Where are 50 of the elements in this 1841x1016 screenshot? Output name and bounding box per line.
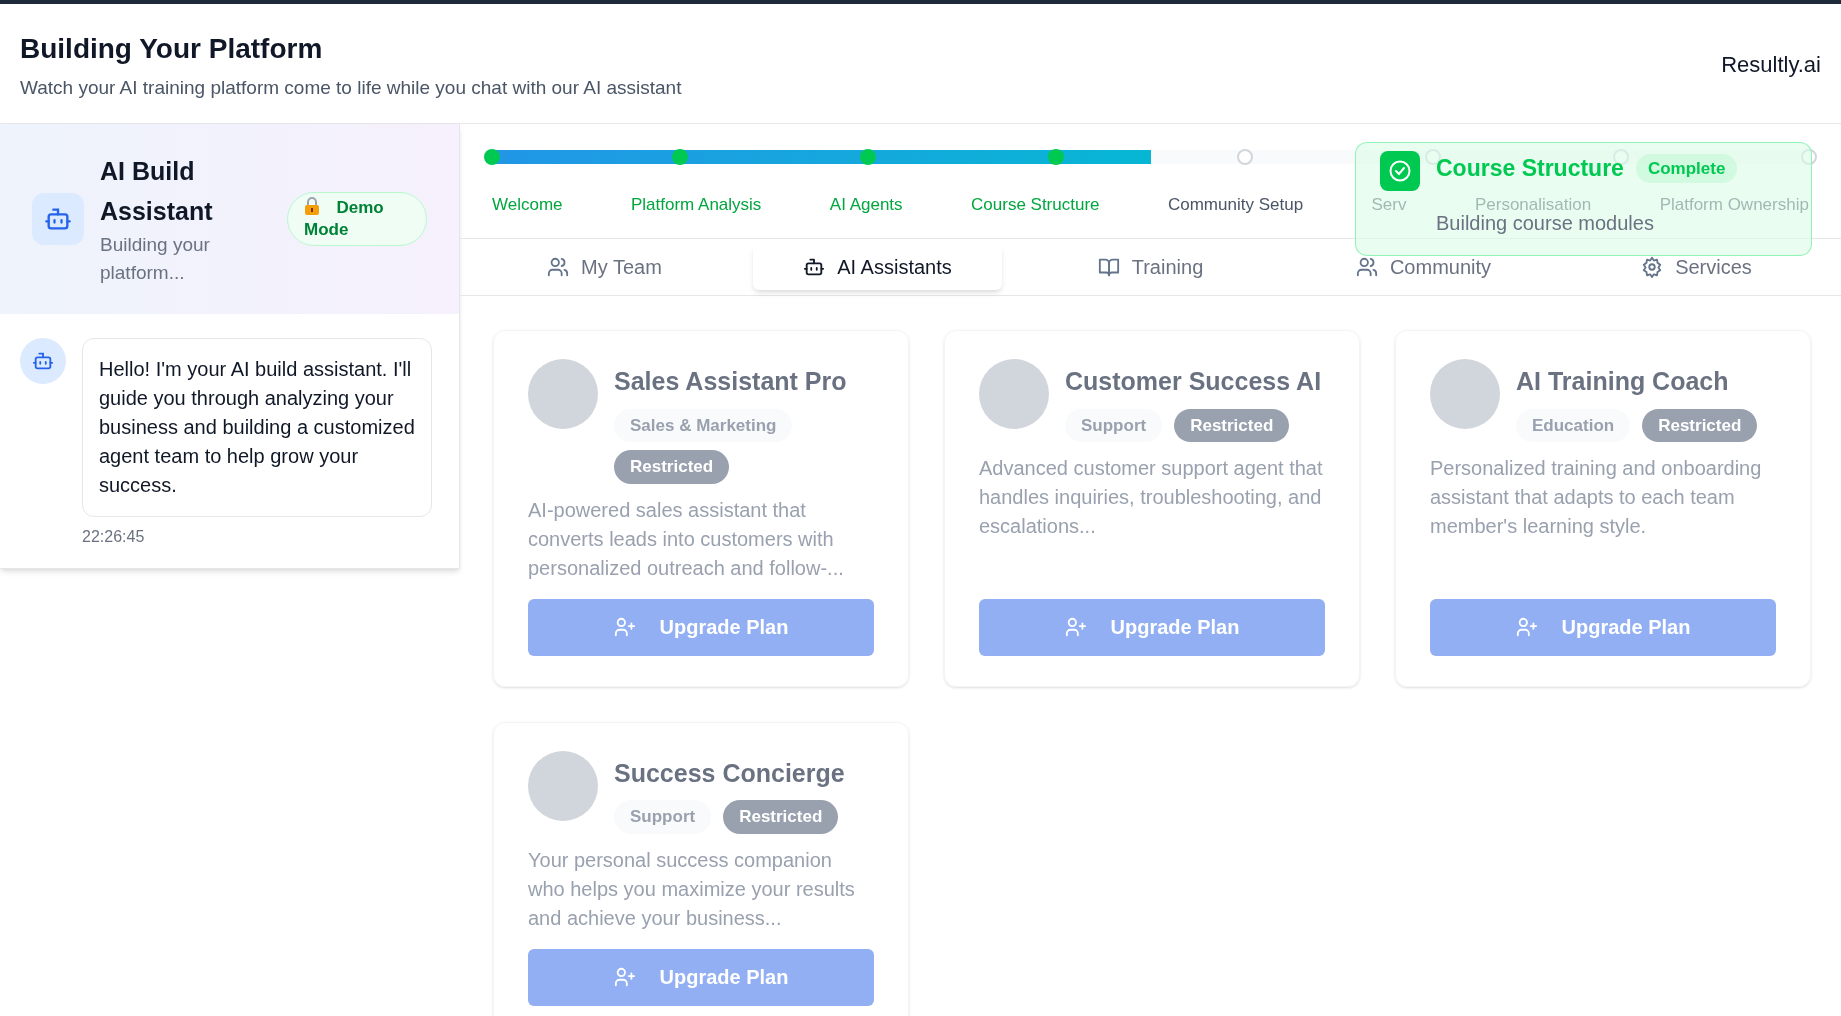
tab[interactable]: Services <box>1572 244 1821 290</box>
agent-name: AI Training Coach <box>1516 366 1730 397</box>
tab[interactable]: AI Assistants <box>753 244 1002 290</box>
user-plus-icon <box>1515 616 1538 638</box>
step-label: AI Agents <box>829 194 903 216</box>
message-bubble: Hello! I'm your AI build assistant. I'll guide you through analyzing your business and building a customized agent team to help grow your success. <box>82 338 432 517</box>
step-label: Course Structure <box>971 194 1100 216</box>
step-label: Community Setup <box>1167 194 1304 216</box>
tag: Support <box>614 800 712 834</box>
lock-icon <box>304 197 320 215</box>
status-badge: Complete <box>1635 153 1738 183</box>
step-label: Platform Analysis <box>631 194 762 216</box>
demo-mode-badge: Demo Mode <box>287 192 427 246</box>
tag: Restricted <box>1642 408 1758 442</box>
user-plus-icon <box>613 616 636 638</box>
tab[interactable]: Community <box>1299 244 1548 290</box>
agent-description: Personalized training and onboarding assistant that adapts to each team member's learning style. <box>1430 456 1763 539</box>
users-icon <box>1355 256 1378 278</box>
agent-name: Customer Success AI <box>1065 366 1322 397</box>
user-plus-icon <box>1064 616 1087 638</box>
step-label: Serv <box>1371 194 1407 216</box>
tab[interactable]: Training <box>1026 244 1275 290</box>
brand-name: Resultly.ai <box>1721 51 1821 79</box>
bot-icon <box>803 256 826 278</box>
tag: Support <box>1065 408 1163 442</box>
assistant-title: AI Build Assistant <box>100 156 214 227</box>
agent-description: Your personal success companion who helps you maximize your results and achieve your business... <box>528 847 856 931</box>
agent-description: Advanced customer support agent that handles inquiries, troubleshooting, and escalations... <box>979 456 1324 539</box>
page-title: Building Your Platform <box>20 32 324 66</box>
agent-name: Sales Assistant Pro <box>614 366 848 397</box>
step-label: Platform Ownership <box>1659 194 1809 216</box>
message-time: 22:26:45 <box>82 527 146 547</box>
page-subtitle: Watch your AI training platform come to life while you chat with our AI assistant <box>20 76 682 100</box>
user-plus-icon <box>613 966 636 988</box>
agent-name: Success Concierge <box>614 757 845 789</box>
bot-icon <box>32 193 84 245</box>
tag: Restricted <box>614 450 730 484</box>
tag: Restricted <box>1174 408 1290 442</box>
tab[interactable]: My Team <box>480 244 729 290</box>
tag: Education <box>1516 408 1631 442</box>
agent-description: AI-powered sales assistant that converts leads into customers with personalized outreach and follow-... <box>528 497 845 581</box>
toast-title: Course Structure <box>1436 154 1624 183</box>
users-icon <box>547 256 570 278</box>
step-label: Welcome <box>492 194 563 216</box>
book-icon <box>1097 256 1120 278</box>
bot-avatar-icon <box>20 338 66 384</box>
settings-icon <box>1641 256 1664 278</box>
tag: Sales & Marketing <box>614 408 793 442</box>
assistant-status: Building your platform... <box>100 233 211 285</box>
tag: Restricted <box>723 800 839 834</box>
